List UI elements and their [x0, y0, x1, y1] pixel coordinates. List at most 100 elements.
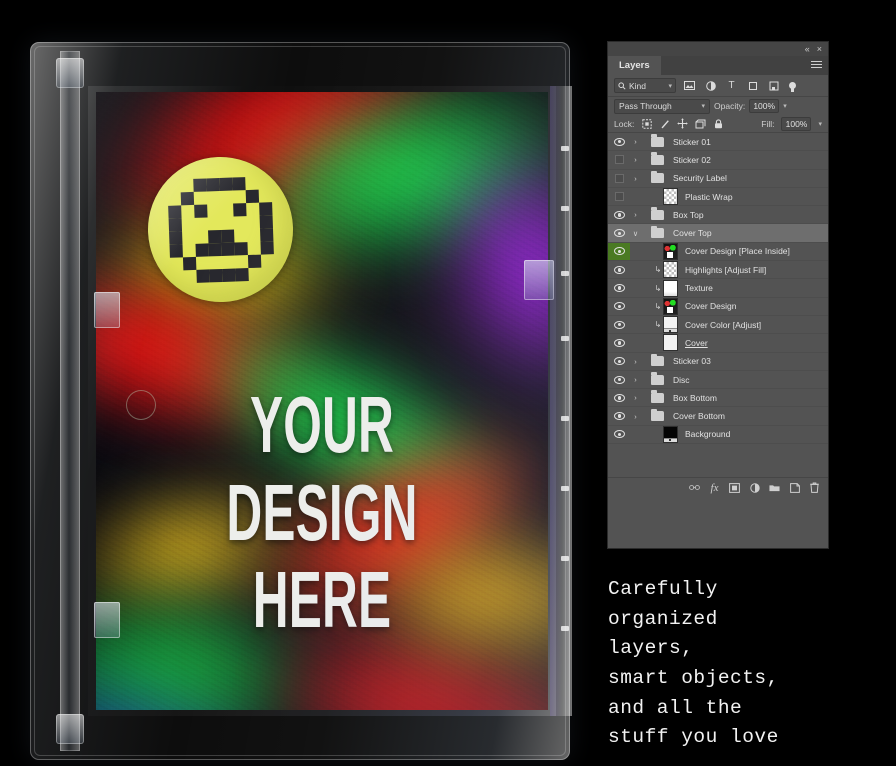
group-expand-chevron-icon[interactable]: ∨: [630, 229, 641, 238]
group-expand-chevron-icon[interactable]: ›: [630, 210, 641, 219]
lock-all-icon[interactable]: [713, 118, 724, 129]
layer-row[interactable]: › Sticker 02: [608, 151, 828, 170]
eye-icon: [613, 320, 625, 329]
layer-name[interactable]: Cover Color [Adjust]: [678, 320, 761, 330]
layer-name[interactable]: Background: [678, 429, 730, 439]
adjustment-layer-icon[interactable]: [703, 79, 718, 93]
group-expand-chevron-icon[interactable]: ›: [630, 375, 641, 384]
group-expand-chevron-icon[interactable]: ›: [630, 137, 641, 146]
opacity-input[interactable]: 100%: [749, 99, 780, 113]
adjustment-layer-icon[interactable]: [749, 482, 760, 493]
layers-panel[interactable]: « × Layers Kind ▾ T Pass Through ▾ Opaci…: [608, 42, 828, 548]
layer-row[interactable]: › Sticker 01: [608, 133, 828, 152]
pixel-cell: [205, 177, 220, 191]
chevron-down-icon[interactable]: ▾: [701, 102, 705, 110]
pixel-cell: [220, 229, 234, 243]
layer-name[interactable]: Cover Design: [678, 301, 737, 311]
spine-gleam: [561, 416, 569, 421]
collapse-icon[interactable]: «: [805, 44, 810, 54]
visibility-toggle-eye-icon[interactable]: [608, 426, 630, 443]
layer-name[interactable]: Cover Design [Place Inside]: [678, 246, 790, 256]
layer-row[interactable]: › Disc: [608, 371, 828, 390]
eye-icon: [613, 357, 625, 366]
panel-menu-icon[interactable]: [811, 61, 822, 70]
group-expand-chevron-icon[interactable]: ›: [630, 174, 641, 183]
fill-label: Fill:: [761, 118, 775, 129]
layer-style-fx-icon[interactable]: fx: [709, 482, 720, 494]
layer-row[interactable]: ↳ Texture: [608, 279, 828, 298]
fill-input[interactable]: 100%: [781, 116, 812, 131]
visibility-toggle-eye-icon[interactable]: [608, 407, 630, 424]
filter-kind-select[interactable]: Kind ▾: [614, 78, 676, 93]
layer-name[interactable]: Disc: [666, 375, 690, 385]
layer-row[interactable]: ↳ Cover Design: [608, 297, 828, 316]
visibility-toggle-eye-icon[interactable]: [608, 353, 630, 370]
layer-thumbnail: [663, 188, 678, 206]
shape-layer-icon[interactable]: [745, 79, 760, 93]
visibility-toggle-eye-icon[interactable]: [608, 261, 630, 278]
delete-layer-icon[interactable]: [809, 482, 820, 493]
lock-transparency-icon[interactable]: [641, 118, 652, 129]
add-mask-icon[interactable]: [729, 482, 740, 493]
layer-row[interactable]: › Security Label: [608, 170, 828, 188]
smart-object-icon[interactable]: [766, 79, 781, 93]
visibility-toggle-hidden-icon[interactable]: [608, 170, 630, 187]
layer-name[interactable]: Texture: [678, 283, 713, 293]
visibility-toggle-eye-icon[interactable]: [608, 316, 630, 333]
layer-name[interactable]: Box Bottom: [666, 393, 717, 403]
layer-name[interactable]: Box Top: [666, 210, 704, 220]
layer-row[interactable]: › Box Top: [608, 206, 828, 225]
visibility-toggle-eye-icon[interactable]: [608, 279, 630, 296]
visibility-toggle-eye-icon[interactable]: [608, 389, 630, 406]
lock-image-icon[interactable]: [659, 118, 670, 129]
lock-artboard-icon[interactable]: [695, 118, 706, 129]
group-expand-chevron-icon[interactable]: ›: [630, 155, 641, 164]
layer-name[interactable]: Highlights [Adjust Fill]: [678, 265, 766, 275]
layer-row[interactable]: ↳ Highlights [Adjust Fill]: [608, 261, 828, 280]
visibility-toggle-eye-icon[interactable]: [608, 242, 630, 261]
group-expand-chevron-icon[interactable]: ›: [630, 393, 641, 402]
lock-position-icon[interactable]: [677, 118, 689, 129]
group-expand-chevron-icon[interactable]: ›: [630, 357, 641, 366]
layer-name[interactable]: Sticker 01: [666, 137, 711, 147]
layer-name[interactable]: Sticker 03: [666, 356, 711, 366]
layer-name[interactable]: Security Label: [666, 173, 727, 183]
chevron-down-icon[interactable]: ▾: [668, 82, 672, 90]
group-expand-chevron-icon[interactable]: ›: [630, 412, 641, 421]
layer-name[interactable]: Cover Bottom: [666, 411, 725, 421]
visibility-toggle-hidden-icon[interactable]: [608, 188, 630, 205]
pixel-cell: [168, 217, 182, 232]
filter-toggle-icon[interactable]: [789, 82, 796, 92]
layer-row[interactable]: Background: [608, 425, 828, 445]
fill-chevron-down-icon[interactable]: ▾: [818, 120, 822, 128]
layer-row[interactable]: › Sticker 03: [608, 353, 828, 371]
layer-row[interactable]: Plastic Wrap: [608, 188, 828, 207]
blend-mode-select[interactable]: Pass Through ▾: [614, 98, 710, 114]
visibility-toggle-eye-icon[interactable]: [608, 133, 630, 150]
layer-name[interactable]: Cover: [678, 338, 708, 348]
layer-row[interactable]: ↳ Cover Color [Adjust]: [608, 316, 828, 335]
layer-name[interactable]: Plastic Wrap: [678, 192, 733, 202]
pixel-layer-icon[interactable]: [682, 79, 697, 93]
visibility-toggle-eye-icon[interactable]: [608, 206, 630, 223]
visibility-toggle-eye-icon[interactable]: [608, 224, 630, 241]
visibility-toggle-eye-icon[interactable]: [608, 334, 630, 351]
visibility-toggle-eye-icon[interactable]: [608, 371, 630, 388]
layer-row[interactable]: › Cover Bottom: [608, 407, 828, 426]
layer-row[interactable]: Cover Design [Place Inside]: [608, 242, 828, 262]
tab-layers[interactable]: Layers: [608, 56, 661, 75]
layer-name[interactable]: Cover Top: [666, 228, 712, 238]
close-icon[interactable]: ×: [817, 44, 822, 54]
new-layer-icon[interactable]: [789, 482, 800, 493]
layer-row[interactable]: Cover: [608, 334, 828, 353]
new-group-icon[interactable]: [769, 482, 780, 493]
visibility-toggle-hidden-icon[interactable]: [608, 151, 630, 168]
visibility-toggle-eye-icon[interactable]: [608, 298, 630, 315]
link-layers-icon[interactable]: [689, 482, 700, 493]
type-layer-icon[interactable]: T: [724, 79, 739, 93]
layer-name[interactable]: Sticker 02: [666, 155, 711, 165]
layer-list[interactable]: › Sticker 01 › Sticker 02 › Security Label Pla…: [608, 133, 828, 477]
layer-row[interactable]: ∨ Cover Top: [608, 224, 828, 243]
layer-row[interactable]: › Box Bottom: [608, 389, 828, 408]
opacity-chevron-down-icon[interactable]: ▾: [783, 102, 787, 110]
